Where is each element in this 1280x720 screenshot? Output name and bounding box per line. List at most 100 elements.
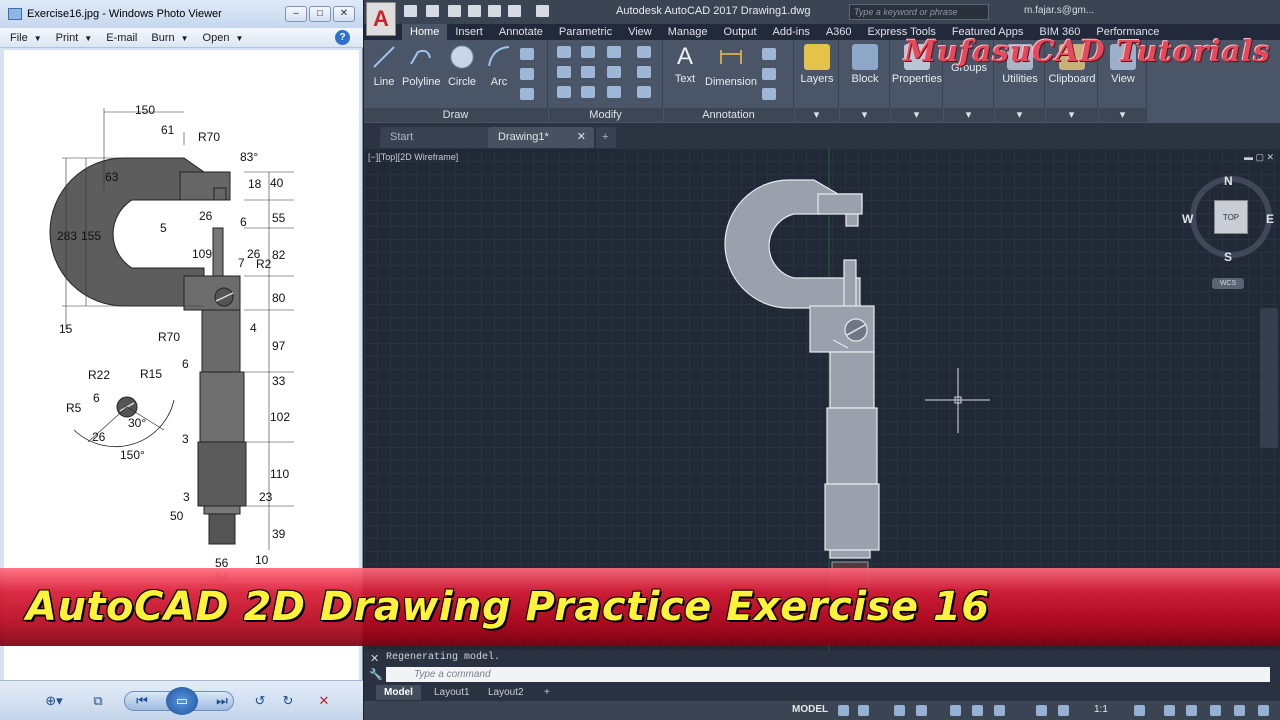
polar-icon[interactable] xyxy=(916,705,927,716)
tab-model[interactable]: Model xyxy=(376,685,421,700)
ortho-icon[interactable] xyxy=(894,705,905,716)
object-snap-icon[interactable] xyxy=(994,705,1005,716)
save-as-icon[interactable] xyxy=(468,5,481,17)
view-cube-top[interactable]: TOP xyxy=(1214,200,1248,234)
snap-icon[interactable] xyxy=(858,705,869,716)
utilities-expand[interactable]: ▾ xyxy=(995,108,1044,122)
mirror-icon[interactable] xyxy=(581,66,595,78)
groups-expand[interactable]: ▾ xyxy=(944,108,993,122)
markup-icon[interactable] xyxy=(762,88,776,100)
stretch-icon[interactable] xyxy=(557,86,571,98)
copy-icon[interactable] xyxy=(557,66,571,78)
move-icon[interactable] xyxy=(557,46,571,58)
isodraft-icon[interactable] xyxy=(950,705,961,716)
grid-icon[interactable] xyxy=(838,705,849,716)
draw-panel-label[interactable]: Draw xyxy=(364,108,547,122)
tab-layout1[interactable]: Layout1 xyxy=(426,685,478,700)
explode-icon[interactable] xyxy=(637,66,651,78)
tab-output[interactable]: Output xyxy=(716,24,765,40)
fillet-icon[interactable] xyxy=(607,66,621,78)
trim-icon[interactable] xyxy=(607,46,621,58)
text-tool[interactable]: A Text xyxy=(670,44,700,86)
object-snap-tracking-icon[interactable] xyxy=(972,705,983,716)
tab-parametric[interactable]: Parametric xyxy=(551,24,620,40)
rectangle-icon[interactable] xyxy=(520,48,534,60)
help-icon[interactable]: ? xyxy=(335,30,350,45)
array-icon[interactable] xyxy=(607,86,621,98)
leader-icon[interactable] xyxy=(762,48,776,60)
annotation-scale[interactable]: 1:1 xyxy=(1094,704,1108,715)
tab-home[interactable]: Home xyxy=(402,24,448,40)
undo-icon[interactable] xyxy=(508,5,521,17)
tab-start[interactable]: Start xyxy=(380,127,490,148)
draw-more-icon[interactable] xyxy=(520,88,534,100)
actual-size-icon[interactable]: ⧉ xyxy=(88,691,108,711)
close-command-icon[interactable]: ✕ xyxy=(370,652,379,665)
close-window-button[interactable]: ✕ xyxy=(333,6,355,22)
annotation-visibility-icon[interactable] xyxy=(1036,705,1047,716)
menu-email[interactable]: E-mail xyxy=(106,32,137,44)
view-expand[interactable]: ▾ xyxy=(1099,108,1146,122)
new-tab-button[interactable]: + xyxy=(596,127,616,148)
plot-icon[interactable] xyxy=(488,5,501,17)
tab-insert[interactable]: Insert xyxy=(447,24,491,40)
command-input[interactable]: Type a command xyxy=(386,667,1270,682)
layers-expand[interactable]: ▾ xyxy=(795,108,838,122)
isolate-objects-icon[interactable] xyxy=(1210,705,1221,716)
menu-file[interactable]: File ▼ xyxy=(10,32,42,44)
arc-tool[interactable]: Arc xyxy=(484,44,514,88)
hardware-acceleration-icon[interactable] xyxy=(1234,705,1245,716)
annotation-panel-label[interactable]: Annotation xyxy=(664,108,793,122)
properties-expand[interactable]: ▾ xyxy=(891,108,942,122)
menu-print[interactable]: Print ▼ xyxy=(56,32,93,44)
customize-command-icon[interactable]: 🔧 xyxy=(369,668,383,681)
save-icon[interactable] xyxy=(448,5,461,17)
units-icon[interactable] xyxy=(1186,705,1197,716)
maximize-button[interactable]: □ xyxy=(309,6,331,22)
next-icon[interactable]: ⏭ xyxy=(212,691,232,711)
autocad-application-button[interactable]: A xyxy=(366,2,396,36)
offset-icon[interactable] xyxy=(637,86,651,98)
compass-west[interactable]: W xyxy=(1182,212,1193,226)
polyline-tool[interactable]: Polyline xyxy=(402,44,441,88)
view-cube[interactable]: TOP xyxy=(1190,176,1272,258)
table-icon[interactable] xyxy=(762,68,776,80)
open-icon[interactable] xyxy=(426,5,439,17)
line-tool[interactable]: Line xyxy=(368,44,400,88)
tab-view[interactable]: View xyxy=(620,24,660,40)
rotate-right-icon[interactable]: ↻ xyxy=(278,691,298,711)
tab-layout2[interactable]: Layout2 xyxy=(480,685,532,700)
delete-icon[interactable]: ✕ xyxy=(314,691,334,711)
navigation-bar[interactable] xyxy=(1260,308,1278,448)
zoom-icon[interactable]: ⊕▾ xyxy=(42,691,66,711)
tab-a360[interactable]: A360 xyxy=(818,24,860,40)
block-expand[interactable]: ▾ xyxy=(840,108,889,122)
customization-icon[interactable] xyxy=(1258,705,1269,716)
new-icon[interactable] xyxy=(404,5,417,17)
tab-annotate[interactable]: Annotate xyxy=(491,24,551,40)
compass-east[interactable]: E xyxy=(1266,212,1274,226)
tab-manage[interactable]: Manage xyxy=(660,24,716,40)
search-input[interactable]: Type a keyword or phrase xyxy=(849,4,989,20)
compass-south[interactable]: S xyxy=(1224,250,1232,264)
menu-burn[interactable]: Burn ▼ xyxy=(151,32,188,44)
menu-open[interactable]: Open ▼ xyxy=(203,32,244,44)
layers-tool[interactable]: Layers xyxy=(797,44,837,85)
scale-icon[interactable] xyxy=(581,86,595,98)
clipboard-expand[interactable]: ▾ xyxy=(1046,108,1097,122)
hatch-icon[interactable] xyxy=(520,68,534,80)
redo-icon[interactable] xyxy=(536,5,549,17)
slideshow-icon[interactable]: ▭ xyxy=(166,687,198,715)
model-space-button[interactable]: MODEL xyxy=(792,704,828,715)
block-tool[interactable]: Block xyxy=(844,44,886,85)
dimension-tool[interactable]: Dimension xyxy=(704,44,758,88)
workspace-gear-icon[interactable] xyxy=(1134,705,1145,716)
rotate-left-icon[interactable]: ↺ xyxy=(250,691,270,711)
previous-icon[interactable]: ⏮ xyxy=(132,691,152,711)
tab-add-ins[interactable]: Add-ins xyxy=(765,24,818,40)
add-layout-button[interactable]: + xyxy=(536,685,558,700)
tab-drawing1[interactable]: Drawing1* ✕ xyxy=(488,127,594,148)
erase-icon[interactable] xyxy=(637,46,651,58)
circle-tool[interactable]: Circle xyxy=(446,44,478,88)
user-account[interactable]: m.fajar.s@gm... xyxy=(1024,5,1094,16)
